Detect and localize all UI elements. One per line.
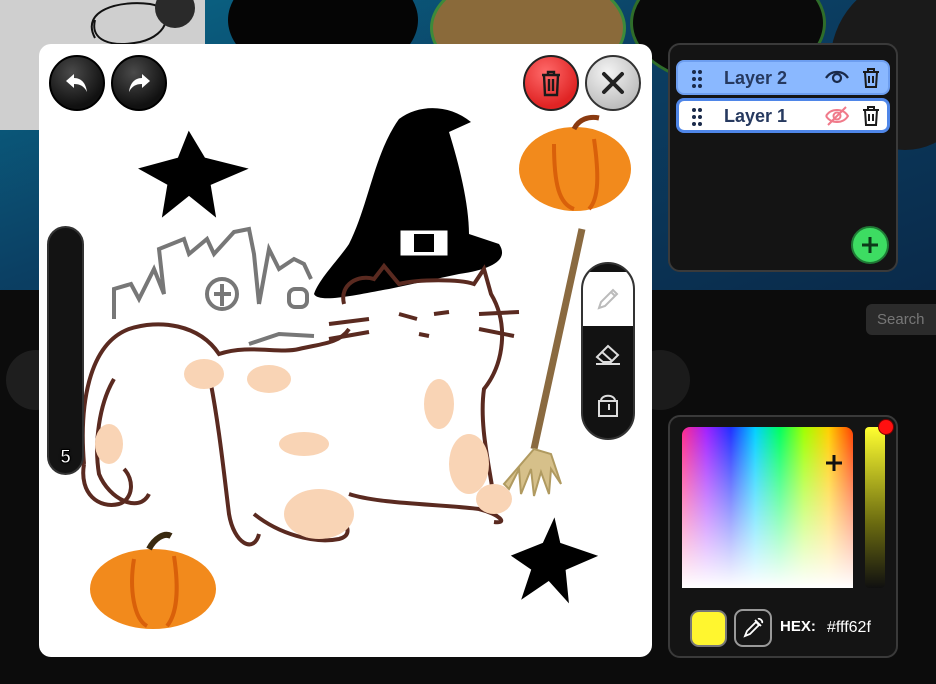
cat-fur-patches xyxy=(95,359,512,539)
delete-layer-icon[interactable] xyxy=(862,105,880,127)
redo-icon xyxy=(129,74,150,92)
eraser-tool[interactable] xyxy=(583,326,633,380)
witch-hat-doodle xyxy=(314,108,503,299)
layer-name: Layer 1 xyxy=(724,106,788,126)
close-button[interactable] xyxy=(585,55,641,111)
hex-label: HEX: xyxy=(780,618,816,635)
hue-slider-handle[interactable] xyxy=(878,419,894,435)
eye-off-icon[interactable] xyxy=(824,105,850,127)
pumpkin-doodle xyxy=(519,114,631,211)
hex-input[interactable] xyxy=(827,616,891,640)
eyedropper-icon xyxy=(743,617,764,638)
pencil-tool[interactable] xyxy=(583,272,633,326)
eyedropper-button[interactable] xyxy=(734,609,772,647)
paint-bucket-icon xyxy=(598,394,618,417)
clear-canvas-button[interactable] xyxy=(523,55,579,111)
current-color-swatch[interactable] xyxy=(690,610,727,647)
delete-layer-icon[interactable] xyxy=(862,67,880,89)
layers-panel: Layer 2 Layer 1 xyxy=(668,43,898,272)
layer-row-layer-1[interactable]: Layer 1 xyxy=(676,98,890,133)
hue-slider[interactable] xyxy=(865,427,885,588)
brush-size-value: 5 xyxy=(60,447,72,469)
tool-palette xyxy=(581,262,635,440)
eye-icon[interactable] xyxy=(824,68,850,86)
brush-size-slider[interactable]: 5 xyxy=(47,226,84,475)
redo-button[interactable] xyxy=(111,55,167,111)
eraser-icon xyxy=(595,344,620,365)
drag-handle-icon[interactable] xyxy=(692,108,702,126)
crosshair-icon[interactable] xyxy=(824,453,844,473)
layer-name: Layer 2 xyxy=(724,68,788,88)
pencil-icon xyxy=(597,288,619,310)
pumpkin-doodle xyxy=(90,531,216,629)
drawing-canvas[interactable]: 5 xyxy=(39,44,652,657)
background-search-input: Search xyxy=(866,304,936,335)
fill-tool[interactable] xyxy=(583,378,633,432)
undo-icon xyxy=(66,74,87,92)
color-picker-panel: HEX: xyxy=(668,415,898,658)
saturation-value-picker[interactable] xyxy=(682,427,853,588)
add-layer-button[interactable] xyxy=(851,226,889,264)
canvas-drawing xyxy=(80,108,631,629)
trash-icon xyxy=(542,70,560,97)
star-doodle xyxy=(138,130,249,218)
undo-button[interactable] xyxy=(49,55,105,111)
broom-doodle xyxy=(502,228,586,497)
drag-handle-icon[interactable] xyxy=(692,70,702,88)
star-doodle xyxy=(510,517,599,604)
plus-icon xyxy=(862,237,878,253)
layer-row-layer-2[interactable]: Layer 2 xyxy=(676,60,890,95)
close-icon xyxy=(602,72,624,94)
